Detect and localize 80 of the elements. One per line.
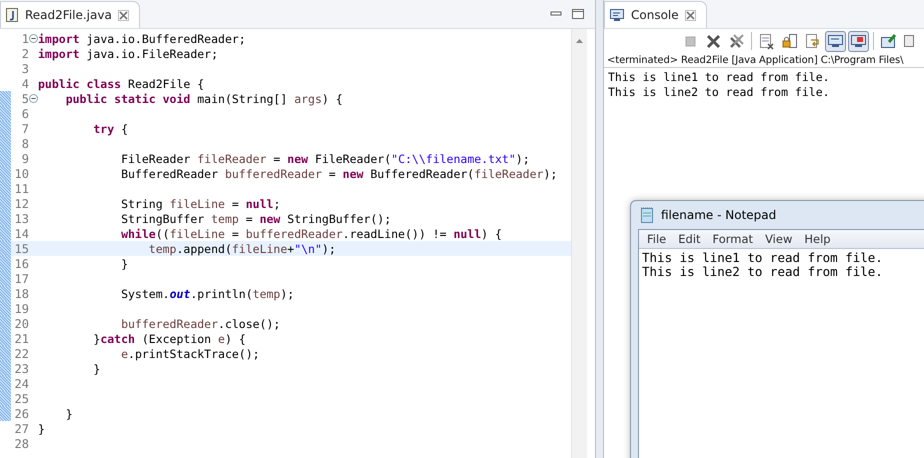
editor-tab[interactable]: Console (604, 1, 707, 28)
line-number: 17 (14, 272, 29, 286)
line-number: 1 (20, 32, 29, 46)
console-icon (609, 8, 625, 22)
line-number: 7 (20, 122, 29, 136)
code-line: try { (92, 122, 128, 136)
console-output-line: This is line1 to read from file. (608, 70, 831, 85)
code-line: FileReader fileReader = new FileReader("C:\\filename.txt"); (120, 152, 530, 166)
double-x-icon (728, 32, 745, 50)
console-output-line: This is line2 to read from file. (608, 85, 831, 100)
close-icon[interactable] (118, 10, 129, 20)
monitor-button[interactable] (825, 30, 846, 52)
line-number: 28 (14, 436, 29, 450)
scrollbar[interactable] (571, 29, 587, 458)
menu-item[interactable]: Help (798, 232, 837, 246)
line-number: 14 (14, 226, 29, 240)
document-arrow-icon (804, 32, 821, 50)
text-line: This is line1 to read from file. (642, 251, 884, 265)
menu-item[interactable]: Format (706, 232, 760, 246)
line-number: 15 (14, 242, 29, 256)
code-line: } (92, 362, 100, 376)
line-number: 6 (20, 106, 29, 120)
text-line: This is line2 to read from file. (642, 265, 884, 279)
editor-tab[interactable]: Read2File.java (0, 1, 140, 28)
line-number: 2 (20, 46, 29, 60)
line-number: 23 (14, 362, 29, 376)
code-line: } (38, 422, 45, 436)
line-number: 25 (14, 392, 29, 406)
monitor-error-button[interactable] (848, 30, 869, 52)
code-line: BufferedReader bufferedReader = new BufferedReader(fileReader); (120, 166, 558, 180)
x-icon (705, 32, 722, 50)
code-line: bufferedReader.close(); (120, 316, 280, 330)
code-line: String fileLine = null; (120, 196, 280, 210)
line-number: 27 (14, 422, 29, 436)
line-number: 20 (14, 316, 29, 330)
code-line: public static void main(String[] args) { (64, 92, 343, 106)
code-line: System.out.println(temp); (120, 286, 294, 300)
line-number: 11 (14, 182, 29, 196)
code-line: StringBuffer temp = new StringBuffer(); (120, 212, 392, 226)
close-icon[interactable] (684, 10, 696, 20)
code-line: public class Read2File { (38, 76, 204, 90)
line-number: 16 (14, 256, 29, 270)
line-number: 3 (20, 62, 29, 76)
line-number: 26 (14, 406, 29, 420)
code-line: e.printStackTrace(); (120, 346, 260, 360)
code-line: temp.append(fileLine+"\n"); (148, 242, 336, 256)
document-icon (758, 32, 775, 50)
java-file-icon (5, 7, 19, 23)
lock-icon (781, 32, 798, 50)
code-line: } (120, 256, 128, 270)
line-number: 8 (20, 136, 29, 150)
maximize-icon[interactable] (571, 8, 585, 20)
code-line: import java.io.BufferedReader; (38, 32, 246, 46)
line-number: 9 (20, 152, 29, 166)
line-number: 12 (14, 196, 29, 210)
console-status: <terminated> Read2File [Java Application] C:\Program Files\ (604, 53, 924, 68)
window-title: filename - Notepad (661, 208, 776, 222)
menu-item[interactable]: View (759, 232, 798, 246)
line-number: 19 (14, 302, 29, 316)
line-number: 5 (20, 92, 29, 106)
menu-item[interactable]: File (641, 232, 672, 246)
code-line: import java.io.FileReader; (38, 46, 218, 60)
code-line: }catch (Exception e) { (92, 332, 246, 346)
line-number: 4 (20, 76, 29, 90)
notepad-icon (639, 206, 655, 224)
scroll-up-icon[interactable] (575, 38, 584, 44)
collapse-icon[interactable] (29, 34, 38, 43)
menu-item[interactable]: Edit (672, 232, 707, 246)
monitor-icon (827, 32, 844, 50)
line-number: 13 (14, 212, 29, 226)
monitor-error-icon (850, 32, 867, 50)
code-line: while((fileLine = bufferedReader.readLine()) != null) { (120, 226, 502, 240)
code-line: } (64, 406, 73, 420)
line-number: 24 (14, 376, 29, 390)
line-number: 22 (14, 346, 29, 360)
line-number: 10 (14, 166, 29, 180)
collapse-icon[interactable] (29, 94, 38, 103)
line-number: 21 (14, 332, 29, 346)
pin-icon (880, 32, 897, 50)
line-number: 18 (14, 286, 29, 300)
